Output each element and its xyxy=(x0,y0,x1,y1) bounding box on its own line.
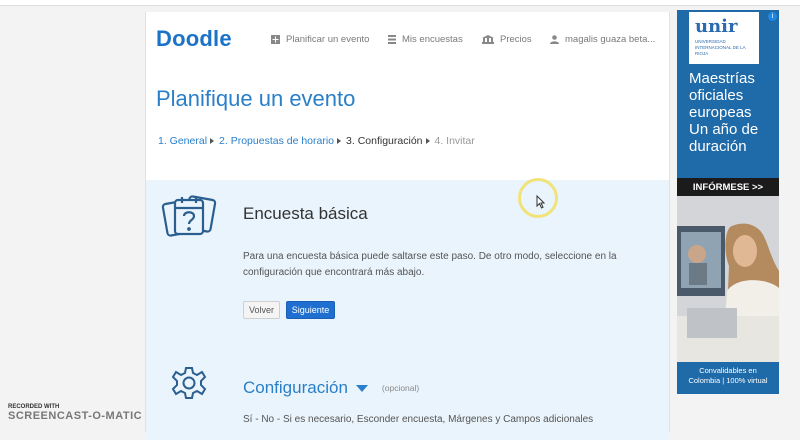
user-icon xyxy=(550,35,559,44)
doodle-logo[interactable]: Doodle xyxy=(156,26,232,52)
ad-cta-button[interactable]: INFÓRMESE >> xyxy=(677,178,779,196)
ad-footer-line: Colombia | 100% virtual xyxy=(688,376,768,385)
ad-info-icon[interactable]: i xyxy=(768,12,777,21)
step-time-proposals-label: 2. Propuestas de horario xyxy=(219,135,335,147)
unir-brand-text: unir xyxy=(695,16,738,37)
step-invite-label: 4. Invitar xyxy=(434,135,475,147)
step-general-label: 1. General xyxy=(158,135,208,147)
nav-my-polls[interactable]: Mis encuestas xyxy=(388,34,463,45)
main-card: Doodle Planificar un evento Mis encuesta… xyxy=(145,12,670,440)
list-icon xyxy=(388,35,396,44)
nav-pricing[interactable]: Precios xyxy=(482,34,532,45)
basic-poll-title: Encuesta básica xyxy=(243,204,368,223)
back-button[interactable]: Volver xyxy=(243,301,280,319)
screencast-watermark: RECORDED WITH SCREENCAST-O-MATIC xyxy=(8,404,142,422)
configuration-description: Sí - No - Si es necesario, Esconder encu… xyxy=(243,414,594,425)
poll-cards-icon xyxy=(161,195,217,237)
nav-pricing-label: Precios xyxy=(500,34,532,45)
ad-photo-woman-laptop xyxy=(677,196,779,362)
nav-plan-event-label: Planificar un evento xyxy=(286,34,370,45)
step-configuration-label: 3. Configuración xyxy=(346,135,423,147)
nav-my-polls-label: Mis encuestas xyxy=(402,34,463,45)
unir-logo: unir UNIVERSIDAD INTERNACIONAL DE LA RIO… xyxy=(689,12,759,64)
chevron-right-icon xyxy=(210,138,215,144)
nav-user-label: magalis guaza beta... xyxy=(565,34,656,45)
optional-label: (opcional) xyxy=(381,383,420,393)
gear-icon xyxy=(171,367,207,399)
ad-headline-line: duración xyxy=(689,138,747,155)
configuration-toggle[interactable]: Configuración (opcional) xyxy=(243,378,419,398)
caret-down-icon xyxy=(355,384,368,392)
page-title: Planifique un evento xyxy=(156,86,356,111)
ad-headline-line: Maestrías xyxy=(689,70,755,87)
nav-user-account[interactable]: magalis guaza beta... xyxy=(550,34,655,45)
unir-brand-subtitle: UNIVERSIDAD INTERNACIONAL DE LA RIOJA xyxy=(695,39,746,56)
configuration-title: Configuración xyxy=(243,378,348,397)
step-configuration: 3. Configuración xyxy=(346,135,430,147)
step-breadcrumb: 1. General 2. Propuestas de horario 3. C… xyxy=(158,135,475,147)
ad-headline: Maestrías oficiales europeas Un año de d… xyxy=(689,70,758,155)
ad-footer: Convalidables en Colombia | 100% virtual xyxy=(677,362,779,394)
plus-icon xyxy=(271,35,280,44)
ad-headline-line: oficiales xyxy=(689,87,744,104)
step-time-proposals[interactable]: 2. Propuestas de horario xyxy=(219,135,342,147)
ad-headline-line: Un año de xyxy=(689,121,759,138)
mouse-pointer-icon xyxy=(536,195,545,209)
step-general[interactable]: 1. General xyxy=(158,135,215,147)
ad-footer-line: Convalidables en xyxy=(699,366,757,375)
chevron-right-icon xyxy=(425,138,430,144)
nav-plan-event[interactable]: Planificar un evento xyxy=(271,34,369,45)
settings-panel: Encuesta básica Para una encuesta básica… xyxy=(146,180,669,440)
basic-poll-description: Para una encuesta básica puede saltarse … xyxy=(243,251,617,278)
chevron-right-icon xyxy=(337,138,342,144)
next-button[interactable]: Siguiente xyxy=(286,301,335,319)
ad-headline-line: europeas xyxy=(689,104,752,121)
watermark-line2: SCREENCAST-O-MATIC xyxy=(8,410,143,422)
step-invite: 4. Invitar xyxy=(435,135,475,147)
pricing-icon xyxy=(482,35,494,44)
unir-ad-banner[interactable]: unir UNIVERSIDAD INTERNACIONAL DE LA RIO… xyxy=(677,10,779,394)
browser-top-edge xyxy=(0,0,800,6)
